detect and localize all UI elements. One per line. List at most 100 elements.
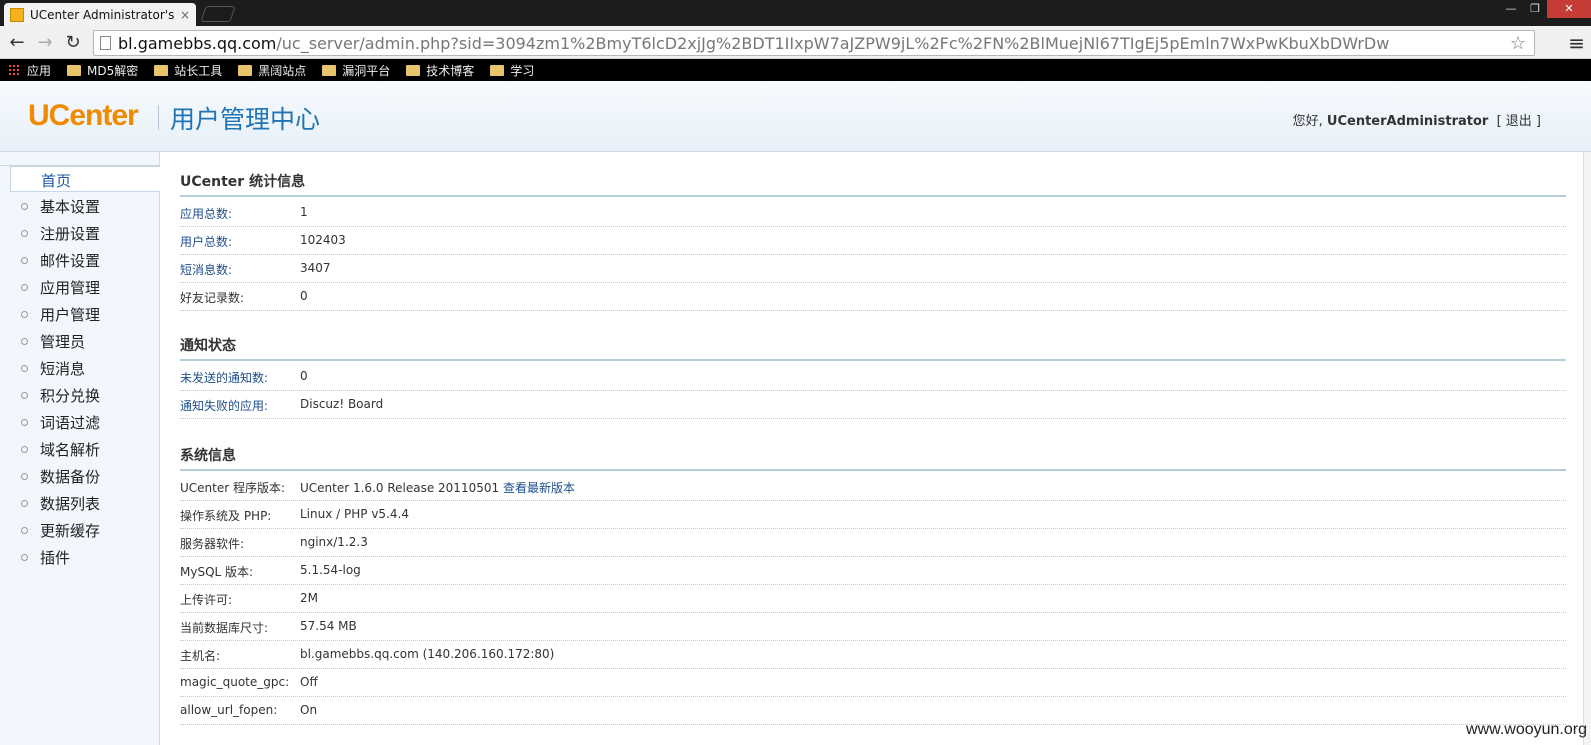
row-key[interactable]: 通知失败的应用: [180,397,268,414]
bookmark-label: 站长工具 [174,63,223,78]
sidebar-item-update-cache[interactable]: 更新缓存 [0,517,160,543]
row-key[interactable]: 用户总数: [180,233,232,250]
sidebar-item-label: 基本设置 [40,198,101,216]
sidebar-item-label: 应用管理 [40,279,101,297]
page-header: UCenter 用户管理中心 您好, UCenterAdministrator … [0,81,1591,152]
sidebar-item-label: 数据列表 [40,495,101,513]
row-key: 上传许可: [180,593,233,607]
sidebar-item-label: 域名解析 [40,441,101,459]
bullet-icon [21,311,28,318]
table-row: 短消息数: 3407 [180,255,1566,283]
bullet-icon [21,365,28,372]
sidebar-item-label: 词语过滤 [40,414,101,432]
row-key: 主机名: [180,649,221,663]
folder-icon [238,64,253,76]
page-icon [100,36,111,50]
user-bar: 您好, UCenterAdministrator [ 退出 ] [1293,110,1541,129]
folder-icon [322,64,337,76]
page-scrollbar[interactable] [1583,152,1591,745]
site-title: 用户管理中心 [170,105,321,134]
sidebar-item-label: 注册设置 [40,225,101,243]
url-host: bl.gamebbs.qq.com [118,33,277,53]
bookmark-sites[interactable]: 黑阔站点 [238,62,306,79]
row-key[interactable]: 短消息数: [180,261,232,278]
bookmark-tech-blog[interactable]: 技术博客 [406,62,474,79]
bullet-icon [21,284,28,291]
row-value: 5.1.54-log [300,563,361,577]
back-icon[interactable]: ← [6,32,28,54]
sidebar-item-register-settings[interactable]: 注册设置 [0,220,160,246]
menu-icon[interactable]: ≡ [1568,31,1585,55]
table-row: 通知失败的应用: Discuz! Board [180,391,1566,419]
sidebar-item-domain-resolution[interactable]: 域名解析 [0,436,160,462]
row-value: 57.54 MB [300,619,357,633]
table-row: MySQL 版本: 5.1.54-log [180,557,1566,585]
tab-close-icon[interactable]: × [180,8,190,22]
bookmark-md5[interactable]: MD5解密 [67,62,138,79]
bookmarks-bar: 应用 MD5解密 站长工具 黑阔站点 漏洞平台 技术博客 学习 [0,59,1591,81]
address-bar[interactable]: bl.gamebbs.qq.com /uc_server/admin.php?s… [93,30,1535,56]
sidebar-item-label: 管理员 [40,333,86,351]
favicon-icon [10,7,24,22]
close-window-icon[interactable]: ✕ [1547,0,1591,18]
bullet-icon [21,392,28,399]
bullet-icon [21,338,28,345]
sidebar-item-data-list[interactable]: 数据列表 [0,490,160,516]
bookmark-study[interactable]: 学习 [490,62,534,79]
section-title: 系统信息 [180,445,1566,471]
table-row: 主机名: bl.gamebbs.qq.com (140.206.160.172:8… [180,641,1566,669]
new-tab-button[interactable] [200,6,236,22]
bookmark-vuln-platform[interactable]: 漏洞平台 [322,62,390,79]
window-controls: — ❐ ✕ [1499,0,1591,18]
folder-icon [154,64,169,76]
sidebar-item-plugins[interactable]: 插件 [0,544,160,570]
bookmark-label: 技术博客 [426,63,475,78]
row-value: On [300,703,318,717]
row-key: magic_quote_gpc: [180,675,290,689]
sidebar-item-label: 用户管理 [40,306,101,324]
restore-icon[interactable]: ❐ [1523,0,1547,18]
sidebar-item-messages[interactable]: 短消息 [0,355,160,381]
row-value: 102403 [300,233,346,247]
sidebar-item-data-backup[interactable]: 数据备份 [0,463,160,489]
logout-link[interactable]: [ 退出 ] [1497,114,1541,129]
row-key[interactable]: 应用总数: [180,205,232,222]
table-row: 应用总数: 1 [180,199,1566,227]
minimize-icon[interactable]: — [1499,0,1523,18]
greeting: 您好, [1292,114,1327,129]
row-key[interactable]: 未发送的通知数: [180,369,268,386]
sidebar-item-basic-settings[interactable]: 基本设置 [0,193,160,219]
row-value: Off [300,675,318,689]
sidebar-item-word-filter[interactable]: 词语过滤 [0,409,160,435]
sidebar-item-user-management[interactable]: 用户管理 [0,301,160,327]
browser-toolbar: ← → ↻ bl.gamebbs.qq.com /uc_server/admin… [0,26,1591,59]
bookmark-star-icon[interactable]: ☆ [1510,33,1526,54]
ucenter-logo[interactable]: UCenter [28,99,139,133]
folder-icon [490,64,505,76]
sidebar-item-credit-exchange[interactable]: 积分兑换 [0,382,160,408]
bookmark-label: MD5解密 [87,63,139,78]
browser-tab[interactable]: UCenter Administrator's × [4,3,196,26]
table-row: magic_quote_gpc: Off [180,669,1566,697]
sidebar-item-home[interactable]: 首页 [10,166,160,192]
bookmark-webmaster-tools[interactable]: 站长工具 [154,62,222,79]
bullet-icon [21,554,28,561]
folder-icon [67,64,82,76]
row-key: MySQL 版本: [180,565,254,579]
sidebar-item-app-management[interactable]: 应用管理 [0,274,160,300]
forward-icon[interactable]: → [34,32,56,54]
reload-icon[interactable]: ↻ [62,32,84,54]
bullet-icon [21,473,28,480]
check-latest-version-link[interactable]: 查看最新版本 [503,481,575,495]
browser-tab-bar: UCenter Administrator's × — ❐ ✕ [0,0,1591,26]
row-value: 3407 [300,261,331,275]
row-value: 0 [300,369,308,383]
bookmark-apps[interactable]: 应用 [8,62,51,79]
page: UCenter 用户管理中心 您好, UCenterAdministrator … [0,81,1591,745]
row-value: 0 [300,289,308,303]
row-value: 2M [300,591,318,605]
sidebar-item-label: 积分兑换 [40,387,101,405]
section-title: UCenter 统计信息 [180,171,1566,197]
sidebar-item-mail-settings[interactable]: 邮件设置 [0,247,160,273]
sidebar-item-administrators[interactable]: 管理员 [0,328,160,354]
